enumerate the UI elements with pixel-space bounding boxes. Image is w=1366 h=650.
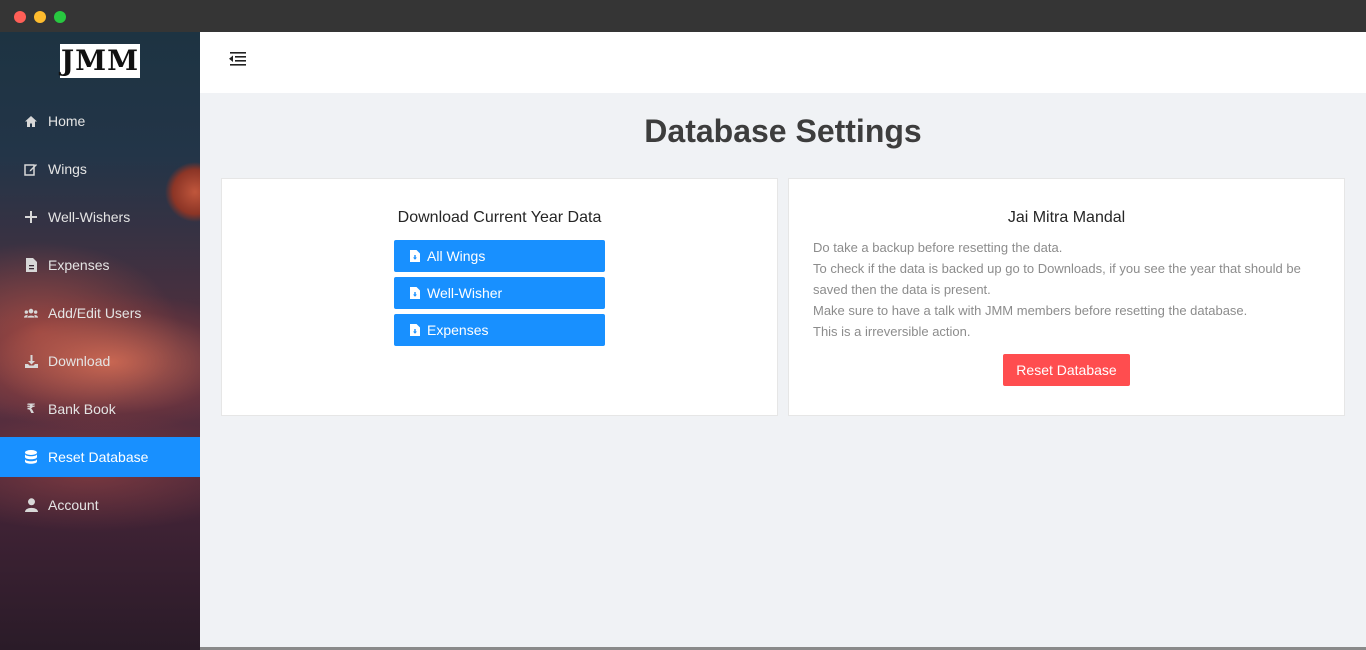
download-card: Download Current Year Data All Wings Wel… [221, 178, 778, 416]
warning-line: To check if the data is backed up go to … [813, 261, 1301, 297]
sidebar-item-label: Expenses [48, 257, 110, 273]
sidebar-item-download[interactable]: Download [0, 337, 200, 385]
close-window-button[interactable] [14, 11, 26, 23]
sidebar-item-label: Bank Book [48, 401, 116, 417]
sidebar-item-home[interactable]: Home [0, 97, 200, 145]
warning-line: Make sure to have a talk with JMM member… [813, 303, 1248, 318]
main-content: Database Settings Download Current Year … [200, 93, 1366, 650]
minimize-window-button[interactable] [34, 11, 46, 23]
file-invoice-icon [24, 258, 38, 272]
download-button-label: Expenses [427, 322, 489, 338]
download-well-wisher-button[interactable]: Well-Wisher [394, 277, 605, 309]
file-download-icon [410, 324, 420, 336]
home-icon [24, 114, 38, 128]
menu-fold-icon[interactable] [228, 52, 248, 68]
file-download-icon [410, 287, 420, 299]
sidebar-item-add-edit-users[interactable]: Add/Edit Users [0, 289, 200, 337]
edit-icon [24, 162, 38, 176]
database-icon [24, 450, 38, 464]
reset-database-button[interactable]: Reset Database [1003, 354, 1130, 386]
download-all-wings-button[interactable]: All Wings [394, 240, 605, 272]
download-expenses-button[interactable]: Expenses [394, 314, 605, 346]
logo[interactable]: JMM [60, 44, 140, 78]
sidebar-item-label: Reset Database [48, 449, 149, 465]
file-download-icon [410, 250, 420, 262]
sidebar-item-wings[interactable]: Wings [0, 145, 200, 193]
warning-line: Do take a backup before resetting the da… [813, 240, 1063, 255]
sidebar-item-bank-book[interactable]: ₹ Bank Book [0, 385, 200, 433]
sidebar-item-label: Wings [48, 161, 87, 177]
sidebar-item-label: Home [48, 113, 86, 129]
page-title: Database Settings [644, 113, 922, 149]
sidebar-item-label: Well-Wishers [48, 209, 131, 225]
warning-line: This is a irreversible action. [813, 324, 971, 339]
window-titlebar [0, 0, 1366, 32]
top-header [200, 32, 1366, 93]
sidebar-item-label: Add/Edit Users [48, 305, 142, 321]
reset-card-heading: Jai Mitra Mandal [1007, 209, 1126, 226]
sidebar: JMM Home Wings Well-Wishers Expenses Add… [0, 32, 200, 650]
sidebar-nav: Home Wings Well-Wishers Expenses Add/Edi… [0, 97, 200, 529]
sidebar-item-account[interactable]: Account [0, 481, 200, 529]
logo-text: JMM [60, 44, 140, 77]
sidebar-item-label: Download [48, 353, 111, 369]
reset-warning-text: Do take a backup before resetting the da… [813, 237, 1333, 342]
reset-card: Jai Mitra Mandal Do take a backup before… [788, 178, 1345, 416]
sidebar-item-label: Account [48, 497, 99, 513]
download-button-label: All Wings [427, 248, 486, 264]
user-icon [24, 498, 38, 512]
sidebar-item-reset-database[interactable]: Reset Database [0, 437, 200, 477]
rupee-icon: ₹ [26, 401, 36, 417]
sidebar-item-well-wishers[interactable]: Well-Wishers [0, 193, 200, 241]
download-icon [24, 354, 38, 368]
sidebar-item-expenses[interactable]: Expenses [0, 241, 200, 289]
plus-icon [24, 210, 38, 224]
download-card-heading: Download Current Year Data [397, 209, 602, 226]
download-button-label: Well-Wisher [427, 285, 503, 301]
users-icon [24, 306, 38, 320]
maximize-window-button[interactable] [54, 11, 66, 23]
